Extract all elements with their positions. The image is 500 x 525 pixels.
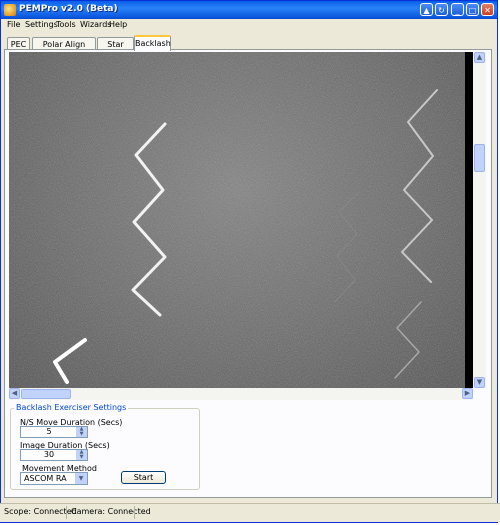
close-button[interactable]: ✕ [481,3,494,16]
camera-status: Camera: Connected [71,507,151,516]
menu-wizards[interactable]: Wizards [80,20,111,29]
image-duration-stepper[interactable]: 30 ▲ ▼ [20,449,88,461]
status-bar: Scope: Connected Camera: Connected [0,503,500,522]
start-button[interactable]: Start [121,471,166,484]
ns-move-duration-value[interactable]: 5 [21,427,77,437]
star-field-image [9,52,465,388]
status-divider [134,506,135,519]
settings-group-title: Backlash Exerciser Settings [14,403,129,412]
title-bar[interactable]: PEMPro v2.0 (Beta) ▲ ↻ _ □ ✕ [1,1,497,19]
menu-help[interactable]: Help [109,20,127,29]
minimize-button[interactable]: _ [451,3,464,16]
scope-icon-button[interactable]: ▲ [420,3,433,16]
viewer-horizontal-scrollbar[interactable]: ◀ ▶ [9,388,473,400]
scroll-up-arrow-icon[interactable]: ▲ [474,52,485,63]
refresh-icon-button[interactable]: ↻ [435,3,448,16]
window-title: PEMPro v2.0 (Beta) [19,4,118,14]
camera-image-viewer[interactable] [9,52,473,388]
status-divider [66,506,67,519]
movement-method-select[interactable]: ASCOM RA ▼ [20,472,88,485]
vertical-scroll-thumb[interactable] [474,144,485,172]
app-icon [4,4,16,16]
maximize-button[interactable]: □ [466,3,479,16]
menu-file[interactable]: File [7,20,20,29]
menu-tools[interactable]: Tools [56,20,76,29]
scroll-right-arrow-icon[interactable]: ▶ [462,388,473,399]
menu-settings[interactable]: Settings [25,20,58,29]
scroll-left-arrow-icon[interactable]: ◀ [9,388,20,399]
star-trails-image [9,52,465,388]
scroll-down-arrow-icon[interactable]: ▼ [474,377,485,388]
horizontal-scroll-thumb[interactable] [21,389,71,399]
stepper-down-icon[interactable]: ▼ [76,455,87,460]
stepper-down-icon[interactable]: ▼ [76,432,87,437]
chevron-down-icon[interactable]: ▼ [75,473,87,484]
image-duration-value[interactable]: 30 [21,450,77,460]
menu-bar: File Settings Tools Wizards Help [1,19,497,31]
movement-method-value: ASCOM RA [24,474,67,483]
viewer-vertical-scrollbar[interactable]: ▲ ▼ [473,52,486,388]
ns-move-duration-stepper[interactable]: 5 ▲ ▼ [20,426,88,438]
tab-backlash[interactable]: Backlash [134,35,171,51]
